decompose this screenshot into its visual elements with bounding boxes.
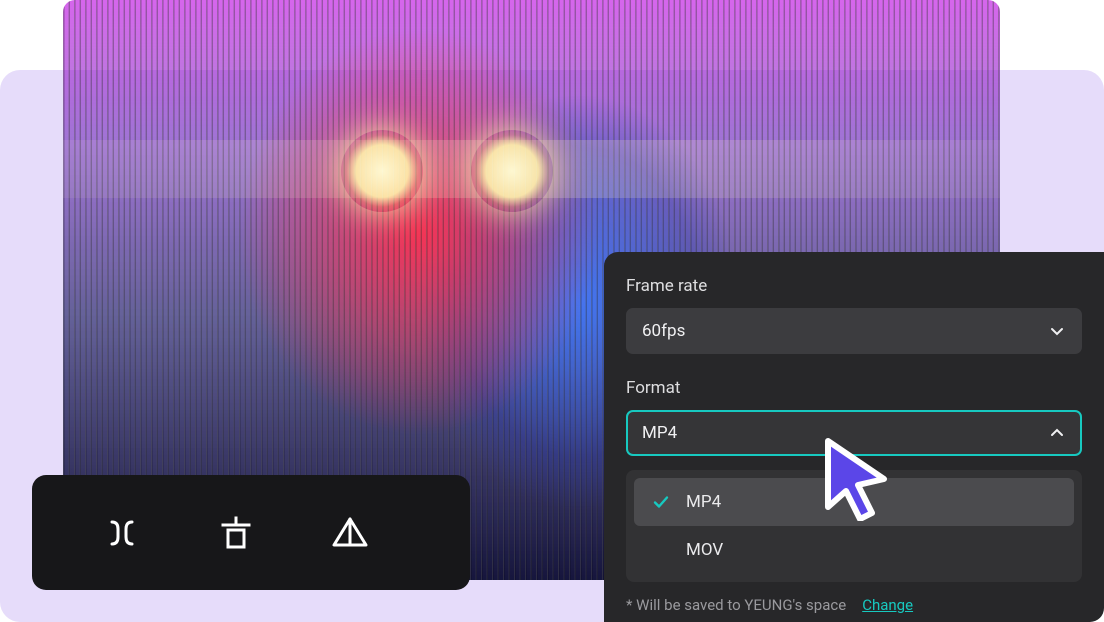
split-icon [102,513,142,553]
mirror-icon [329,512,371,554]
frame-rate-block: Frame rate 60fps [626,276,1082,354]
format-select[interactable]: MP4 [626,410,1082,456]
format-dropdown: MP4 MOV [626,470,1082,582]
delete-icon [216,513,256,553]
format-value: MP4 [642,423,677,443]
export-panel: Frame rate 60fps Format MP4 MP4 [604,252,1104,622]
split-button[interactable] [100,511,144,555]
chevron-up-icon [1048,424,1066,442]
format-option-mov[interactable]: MOV [634,526,1074,574]
check-icon [652,493,670,511]
chevron-down-icon [1048,322,1066,340]
option-label: MP4 [686,492,721,512]
editor-toolbar [32,475,470,590]
frame-rate-value: 60fps [642,321,685,341]
delete-button[interactable] [214,511,258,555]
format-label: Format [626,378,1082,398]
format-block: Format MP4 MP4 MOV [626,378,1082,582]
format-option-mp4[interactable]: MP4 [634,478,1074,526]
mirror-button[interactable] [328,511,372,555]
frame-rate-label: Frame rate [626,276,1082,296]
option-label: MOV [686,540,723,560]
save-note-text: * Will be saved to YEUNG's space [626,596,846,614]
change-link[interactable]: Change [862,596,913,614]
frame-rate-select[interactable]: 60fps [626,308,1082,354]
save-footnote: * Will be saved to YEUNG's space Change [626,596,1082,614]
